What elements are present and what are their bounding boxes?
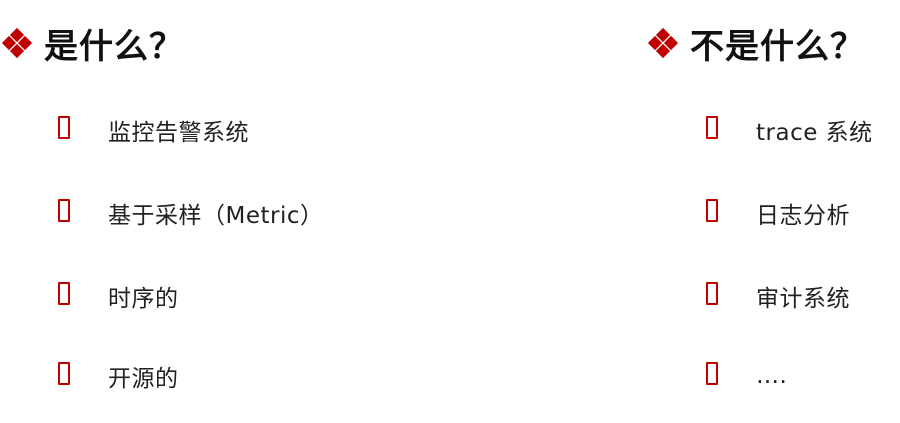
hollow-box-icon	[706, 361, 718, 385]
list-item: 日志分析	[706, 193, 850, 233]
list-item: 时序的	[58, 276, 179, 316]
list-item-label: 开源的	[108, 366, 179, 392]
list-item-label: 日志分析	[756, 203, 850, 229]
list-item-label: 审计系统	[756, 286, 850, 312]
list-item: 基于采样（Metric）	[58, 193, 324, 233]
list-item: 监控告警系统	[58, 110, 249, 150]
what-it-is-title: 是什么？	[44, 26, 184, 67]
list-item-label: 基于采样（Metric）	[108, 203, 324, 229]
hollow-box-icon	[58, 361, 70, 385]
what-it-is-not-heading: 不是什么？	[647, 18, 865, 68]
hollow-box-icon	[706, 198, 718, 222]
list-item: 开源的	[58, 356, 179, 396]
list-item: 审计系统	[706, 276, 850, 316]
diamond-cluster-icon	[1, 27, 33, 59]
hollow-box-icon	[58, 281, 70, 305]
list-item-label: 监控告警系统	[108, 120, 249, 146]
diamond-cluster-icon	[647, 27, 679, 59]
list-item-label: trace 系统	[756, 120, 873, 146]
hollow-box-icon	[58, 198, 70, 222]
what-it-is-heading: 是什么？	[1, 18, 184, 68]
hollow-box-icon	[58, 115, 70, 139]
list-item-label: ….	[756, 363, 788, 389]
list-item: ….	[706, 356, 787, 396]
hollow-box-icon	[706, 115, 718, 139]
hollow-box-icon	[706, 281, 718, 305]
what-it-is-not-title: 不是什么？	[690, 26, 865, 67]
list-item-label: 时序的	[108, 286, 179, 312]
list-item: trace 系统	[706, 110, 873, 150]
